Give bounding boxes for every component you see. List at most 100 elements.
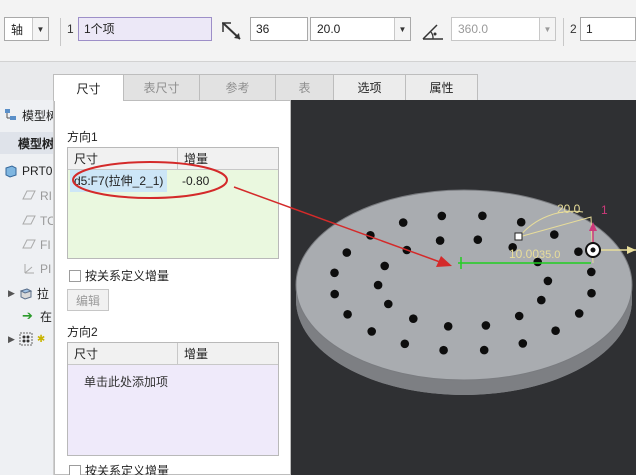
pattern-hole <box>587 267 596 277</box>
expand-arrow-icon[interactable]: ▶ <box>8 288 15 299</box>
tree-item-label: FI <box>40 238 51 252</box>
plane-icon <box>22 239 36 249</box>
direction2-title: 方向2 <box>67 325 98 339</box>
tab-options[interactable]: 选项 <box>333 74 406 100</box>
extrude-icon <box>19 288 33 300</box>
member-spacing-select[interactable]: 20.0 ▼ <box>310 17 411 41</box>
column-header-increment: 增量 <box>184 347 209 361</box>
direction2-count-input[interactable]: 1 <box>580 17 636 41</box>
pattern-hole <box>398 218 408 227</box>
axis-point-center <box>590 247 596 253</box>
pattern-hole <box>373 280 383 290</box>
tree-item-insert-here[interactable]: ➔ 在 <box>0 305 53 327</box>
insert-here-icon: ➔ <box>22 308 33 323</box>
model-tree-title-row: 模型树 <box>0 104 53 126</box>
chevron-down-icon: ▼ <box>539 18 555 40</box>
tab-table-dimensions[interactable]: 表尺寸 <box>123 74 200 100</box>
direction2-relation-checkbox-row[interactable]: 按关系定义增量 <box>69 462 169 475</box>
direction1-number: 1 <box>67 22 74 36</box>
axis-label: 1 <box>601 203 608 217</box>
edit-button[interactable]: 编辑 <box>67 289 109 311</box>
table-row[interactable]: d5:F7(拉伸_2_1) -0.80 <box>68 170 278 192</box>
plane-icon <box>22 215 36 225</box>
column-header-dimension: 尺寸 <box>68 343 178 364</box>
increment-cell[interactable]: -0.80 <box>178 170 209 192</box>
pattern-hole <box>437 211 447 221</box>
pattern-hole <box>330 289 339 299</box>
pattern-type-select[interactable]: 轴 ▼ <box>4 17 49 41</box>
part-icon <box>5 165 17 178</box>
add-item-hint[interactable]: 单击此处添加项 <box>84 373 168 390</box>
dimension-cell[interactable]: d5:F7(拉伸_2_1) <box>70 170 168 192</box>
pattern-hole <box>481 321 491 330</box>
tab-dimensions[interactable]: 尺寸 <box>53 74 124 101</box>
direction1-relation-checkbox[interactable] <box>69 269 81 282</box>
tab-references[interactable]: 参考 <box>199 74 276 100</box>
pattern-hole <box>479 345 489 355</box>
pattern-hole <box>367 327 376 336</box>
pattern-hole <box>409 314 418 323</box>
tree-item-label: TO <box>40 214 53 228</box>
pattern-icon <box>19 332 33 346</box>
column-header-dimension: 尺寸 <box>68 148 178 169</box>
direction1-relation-checkbox-row[interactable]: 按关系定义增量 <box>69 267 169 284</box>
direction2-relation-checkbox[interactable] <box>69 464 81 475</box>
pattern-hole <box>400 339 410 349</box>
tree-item-label: 拉 <box>36 286 49 301</box>
direction1-title: 方向1 <box>67 130 98 144</box>
direction1-table: 尺寸 增量 d5:F7(拉伸_2_1) -0.80 <box>67 147 279 259</box>
pattern-hole <box>384 299 393 309</box>
pattern-hole <box>443 322 453 331</box>
pattern-hole <box>330 268 339 278</box>
chevron-down-icon: ▼ <box>394 18 410 40</box>
horizontal-dimension-text[interactable]: 10.00 <box>509 247 539 261</box>
pattern-dashboard-toolbar: 轴 ▼ 1 1个项 36 20.0 ▼ 360.0 ▼ 2 1 <box>0 0 636 62</box>
angle-extent-value: 360.0 <box>458 22 489 36</box>
tree-item-extrude[interactable]: ▶ 拉 <box>0 282 53 304</box>
graphics-viewport[interactable]: 20.0 10.00 35.0 1 <box>291 100 636 475</box>
chevron-down-icon: ▼ <box>32 18 48 40</box>
tab-properties[interactable]: 属性 <box>405 74 478 100</box>
tree-item-part[interactable]: PRT0 <box>0 160 53 182</box>
pattern-hole <box>366 231 375 240</box>
direction2-number: 2 <box>570 22 577 36</box>
pattern-hole <box>402 245 412 255</box>
pattern-hole <box>551 326 560 335</box>
pattern-hole <box>543 276 553 286</box>
drag-handle[interactable] <box>514 232 523 241</box>
pattern-hole <box>587 288 596 298</box>
toolbar-divider <box>563 18 564 46</box>
dashboard-tabs: 尺寸 表尺寸 参考 表 选项 属性 <box>53 74 478 101</box>
pattern-hole <box>380 261 389 271</box>
angle-dimension-text[interactable]: 20.0 <box>557 202 581 216</box>
model-tree: 模型树 模型树 PRT0 RI TO FI PI ▶ 拉 ➔ 在 ▶ ✱ <box>0 100 54 475</box>
angle-extent-icon <box>422 24 443 40</box>
pattern-hole <box>439 345 448 355</box>
pattern-hole <box>514 311 524 321</box>
tree-item-csys[interactable]: PI <box>0 258 53 280</box>
tree-item-plane-front[interactable]: FI <box>0 234 53 256</box>
pattern-marker-icon: ✱ <box>36 333 46 345</box>
model-tree-tab[interactable]: 模型树 <box>0 132 53 154</box>
plane-icon <box>22 190 36 200</box>
csys-icon <box>24 264 34 274</box>
pattern-hole <box>574 247 583 256</box>
model-tree-title: 模型树 <box>22 108 53 123</box>
direction2-relation-label: 按关系定义增量 <box>85 464 170 475</box>
tree-item-label: 在 <box>40 309 53 324</box>
member-count-input[interactable]: 36 <box>250 17 308 41</box>
tree-item-plane-top[interactable]: TO <box>0 210 53 232</box>
column-header-increment: 增量 <box>184 152 209 166</box>
angle-extent-select[interactable]: 360.0 ▼ <box>451 17 556 41</box>
dimensions-panel: 方向1 尺寸 增量 d5:F7(拉伸_2_1) -0.80 按关系定义增量 编辑… <box>54 100 291 475</box>
radius-dimension-text[interactable]: 35.0 <box>539 249 560 261</box>
direction2-table-header: 尺寸 增量 <box>68 343 278 365</box>
axis-arrow-icon <box>627 246 636 254</box>
tree-item-pattern[interactable]: ▶ ✱ <box>0 328 53 350</box>
direction1-collector[interactable]: 1个项 <box>78 17 212 41</box>
tree-item-plane-right[interactable]: RI <box>0 185 53 207</box>
pattern-hole <box>473 235 483 244</box>
direction1-relation-label: 按关系定义增量 <box>85 269 170 283</box>
expand-arrow-icon[interactable]: ▶ <box>8 334 15 345</box>
tab-table[interactable]: 表 <box>275 74 334 100</box>
